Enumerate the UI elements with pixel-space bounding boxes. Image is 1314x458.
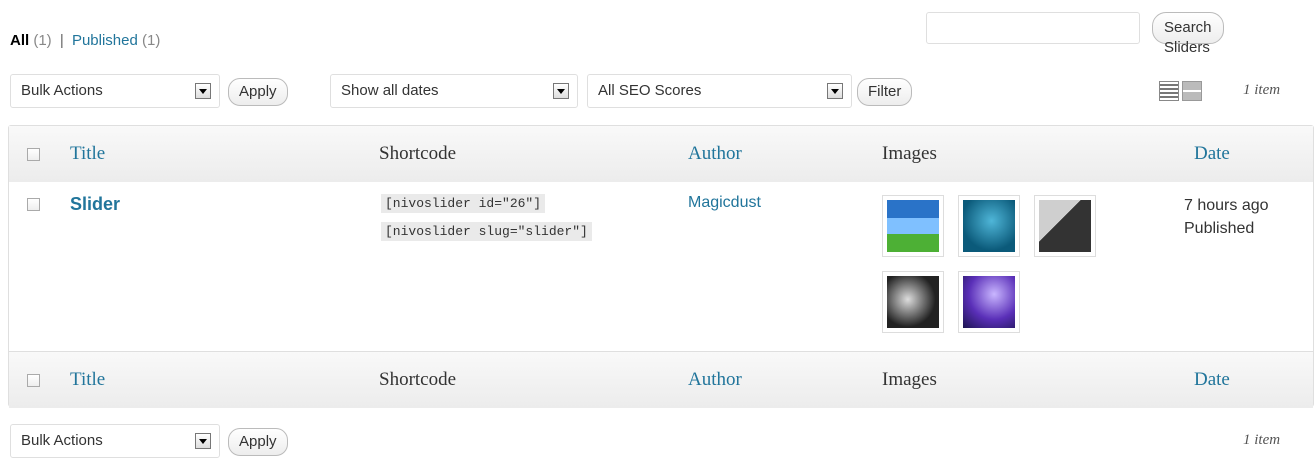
row-date-value: 7 hours ago [1184, 197, 1269, 214]
slide-thumbnail[interactable] [1034, 195, 1096, 257]
row-title-link[interactable]: Slider [70, 194, 120, 215]
search-sliders-button[interactable]: Search Sliders [1152, 12, 1224, 56]
column-title-footer[interactable]: Title [70, 369, 105, 391]
item-count-bottom: 1 item [1243, 432, 1281, 448]
slide-image-2 [963, 200, 1015, 252]
chevron-down-icon [195, 83, 211, 99]
bulk-actions-select[interactable]: Bulk Actions [10, 74, 220, 108]
column-images: Images [882, 143, 937, 164]
row-status: Published [1184, 220, 1255, 237]
view-all-count: (1) [33, 32, 52, 49]
view-all-link[interactable]: All [10, 32, 29, 49]
view-published-link[interactable]: Published [72, 32, 138, 49]
column-date[interactable]: Date [1194, 143, 1230, 165]
item-count: 1 item [1243, 82, 1281, 98]
table-header: Title Shortcode Author Images Date [9, 126, 1313, 183]
column-shortcode: Shortcode [379, 143, 457, 164]
excerpt-view-icon[interactable] [1182, 81, 1202, 101]
bulk-actions-select-bottom[interactable]: Bulk Actions [10, 424, 220, 458]
list-view-icon[interactable] [1159, 81, 1179, 101]
slide-thumbnail[interactable] [958, 195, 1020, 257]
shortcode-id: [nivoslider id="26"] [381, 194, 546, 213]
chevron-down-icon [827, 83, 843, 99]
column-author-footer[interactable]: Author [688, 369, 742, 391]
row-author-link[interactable]: Magicdust [688, 194, 761, 212]
slide-thumbnail[interactable] [882, 195, 944, 257]
slide-thumbnail[interactable] [882, 271, 944, 333]
chevron-down-icon [553, 83, 569, 99]
chevron-down-icon [195, 433, 211, 449]
column-images-footer: Images [882, 369, 937, 390]
view-published-count: (1) [142, 32, 161, 49]
select-all-checkbox[interactable] [27, 148, 40, 161]
slide-image-1 [887, 200, 939, 252]
dates-filter-select[interactable]: Show all dates [330, 74, 578, 108]
table-row: Slider [nivoslider id="26"] [nivoslider … [9, 182, 1313, 351]
slide-image-4 [887, 276, 939, 328]
column-title[interactable]: Title [70, 143, 105, 165]
slide-image-5 [963, 276, 1015, 328]
row-checkbox[interactable] [27, 198, 40, 211]
filter-button[interactable]: Filter [857, 78, 913, 106]
select-all-checkbox-footer[interactable] [27, 374, 40, 387]
column-shortcode-footer: Shortcode [379, 369, 457, 390]
row-date: 7 hours ago Published [1184, 194, 1269, 240]
views-filter: All (1) | Published (1) [10, 32, 160, 49]
slide-image-3 [1039, 200, 1091, 252]
seo-filter-value: All SEO Scores [598, 82, 702, 99]
view-separator: | [59, 32, 64, 49]
seo-filter-select[interactable]: All SEO Scores [587, 74, 852, 108]
bulk-actions-value-bottom: Bulk Actions [21, 432, 103, 449]
slide-thumbnail[interactable] [958, 271, 1020, 333]
dates-filter-value: Show all dates [341, 82, 439, 99]
table-footer: Title Shortcode Author Images Date [9, 351, 1313, 408]
shortcode-slug: [nivoslider slug="slider"] [381, 222, 592, 241]
apply-button-bottom[interactable]: Apply [228, 428, 288, 456]
search-input[interactable] [926, 12, 1140, 44]
bulk-actions-value: Bulk Actions [21, 82, 103, 99]
column-author[interactable]: Author [688, 143, 742, 165]
column-date-footer[interactable]: Date [1194, 369, 1230, 391]
apply-button[interactable]: Apply [228, 78, 288, 106]
sliders-table: Title Shortcode Author Images Date Slide… [8, 125, 1314, 408]
